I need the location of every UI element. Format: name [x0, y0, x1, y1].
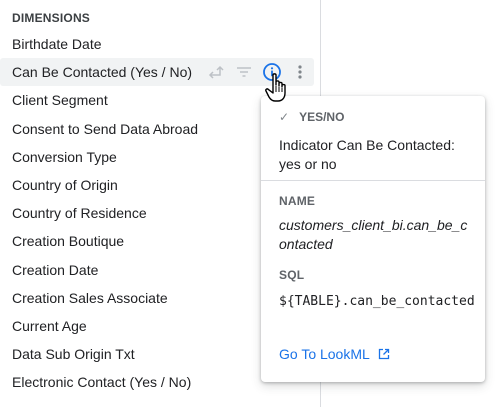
- field-label: Current Age: [12, 317, 87, 334]
- field-label: Creation Sales Associate: [12, 289, 168, 306]
- name-label: NAME: [279, 194, 316, 208]
- go-to-lookml-label: Go To LookML: [279, 346, 370, 362]
- go-to-lookml-link[interactable]: Go To LookML: [279, 346, 390, 362]
- field-info-popup: ✓ YES/NO Indicator Can Be Contacted: yes…: [261, 96, 485, 382]
- field-type: ✓ YES/NO: [279, 110, 344, 124]
- row-actions: [206, 58, 310, 86]
- field-label: Data Sub Origin Txt: [12, 346, 135, 363]
- pivot-icon[interactable]: [206, 62, 226, 82]
- field-label: Country of Origin: [12, 176, 118, 193]
- field-label: Electronic Contact (Yes / No): [12, 374, 192, 391]
- field-name-value: customers_client_bi.can_be_contacted: [279, 217, 468, 252]
- filter-icon[interactable]: [234, 62, 254, 82]
- field-label: Birthdate Date: [12, 36, 102, 52]
- field-label: Client Segment: [12, 92, 108, 109]
- section-heading: DIMENSIONS: [12, 11, 91, 25]
- field-label: Can Be Contacted (Yes / No): [12, 64, 193, 81]
- check-icon: ✓: [279, 110, 290, 124]
- field-label: Country of Residence: [12, 205, 147, 222]
- field-label: Creation Boutique: [12, 233, 125, 250]
- field-label: Consent to Send Data Abroad: [12, 120, 199, 137]
- field-row[interactable]: Birthdate Date: [0, 30, 320, 58]
- field-label: Creation Date: [12, 261, 99, 278]
- field-type-label: YES/NO: [299, 110, 345, 124]
- hand-cursor-icon: [265, 73, 286, 102]
- open-in-new-icon: [378, 348, 389, 360]
- sql-value: ${TABLE}.can_be_contacted: [279, 294, 475, 309]
- sql-label: SQL: [279, 268, 305, 282]
- more-vert-icon[interactable]: [290, 62, 310, 82]
- field-description: Indicator Can Be Contacted: yes or no: [279, 137, 455, 172]
- popup-divider: [261, 180, 485, 181]
- field-label: Conversion Type: [12, 148, 117, 165]
